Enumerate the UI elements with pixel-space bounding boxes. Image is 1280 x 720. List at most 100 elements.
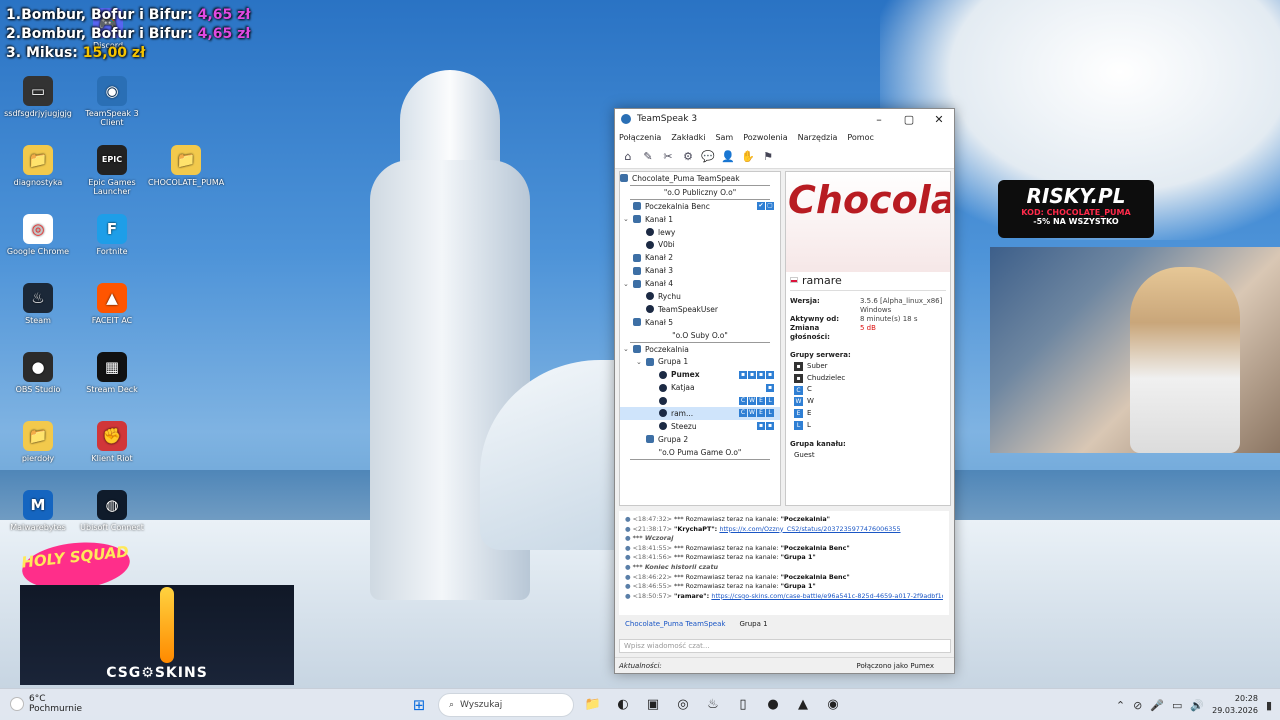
desktop-icon[interactable]: ▭ ssdfsgdrjyjugjgjg xyxy=(0,76,76,118)
chat-link[interactable]: https://csgo-skins.com/case-battle/e96a5… xyxy=(711,592,943,600)
desktop-icon[interactable]: 📁 CHOCOLATE_PUMA xyxy=(148,145,224,187)
subscribe-icon[interactable]: 👤 xyxy=(721,150,735,164)
channel-item[interactable]: ⌄ Poczekalnia xyxy=(620,343,780,356)
channel-item[interactable]: Grupa 2 xyxy=(620,433,780,446)
desktop-icon[interactable]: ✊ Klient Riot xyxy=(74,421,150,463)
desktop-icon[interactable]: ◍ Ubisoft Connect xyxy=(74,490,150,532)
monitor-icon[interactable]: ▭ xyxy=(1172,699,1182,712)
toolbar: ⌂ ✎ ✂ ⚙ 💬 👤 ✋ ⚑ xyxy=(615,145,954,169)
close-button[interactable]: ✕ xyxy=(924,113,954,126)
channel-spacer[interactable]: "o.O Suby O.o" xyxy=(620,329,780,342)
channel-item[interactable]: ⌄ Kanał 1 xyxy=(620,213,780,226)
user-item[interactable]: Pumex ▪ ▪ ▪ ▪ xyxy=(620,368,780,381)
user-item[interactable]: ram... C W E L xyxy=(620,407,780,420)
menu-item[interactable]: Sam xyxy=(715,133,733,142)
group-name: E xyxy=(807,408,812,417)
user-item[interactable]: Steezu ▪ ▪ xyxy=(620,420,780,433)
microphone-icon[interactable]: 🎤 xyxy=(1150,699,1164,712)
app-icon: ◉ xyxy=(97,76,127,106)
user-item[interactable]: lewy xyxy=(620,226,780,239)
desktop-icon[interactable]: F Fortnite xyxy=(74,214,150,256)
menu-item[interactable]: Narzędzia xyxy=(798,133,838,142)
system-tray: ⌃ ⊘ 🎤 ▭ 🔊 20:28 29.03.2026 ▮ xyxy=(1116,693,1272,717)
taskbar-app-icon[interactable]: ▯ xyxy=(732,694,754,716)
channel-item[interactable]: Poczekalnia Benc ✔ ▢ xyxy=(620,200,780,213)
mute-speaker-icon[interactable]: 💬 xyxy=(701,150,715,164)
chevron-up-icon[interactable]: ⌃ xyxy=(1116,699,1125,712)
item-label: ram... xyxy=(671,408,694,418)
chat-log[interactable]: ● <18:47:32> *** Rozmawiasz teraz na kana… xyxy=(619,511,949,615)
taskbar-app-icon[interactable]: ♨ xyxy=(702,694,724,716)
chat-bold: "Poczekalnia Benc" xyxy=(780,543,850,552)
chat-line: ● <18:41:56> *** Rozmawiasz teraz na kana… xyxy=(625,553,943,563)
desktop-icon[interactable]: M Malwarebytes xyxy=(0,490,76,532)
notification-icon[interactable]: ▮ xyxy=(1266,699,1272,712)
desktop-icon[interactable]: ♨ Steam xyxy=(0,283,76,325)
user-item[interactable]: Rychu xyxy=(620,290,780,303)
user-item[interactable]: V0bi xyxy=(620,238,780,251)
volume-icon[interactable]: 🔊 xyxy=(1190,699,1204,712)
chat-line: ● <18:50:57> "ramare": https://csgo-skins… xyxy=(625,592,943,602)
teamspeak-window[interactable]: TeamSpeak 3 – ▢ ✕ Połączenia Zakładki Sam P… xyxy=(614,108,955,674)
user-item[interactable]: TeamSpeakUser xyxy=(620,303,780,316)
start-button[interactable]: ⊞ xyxy=(408,694,430,716)
desktop-icon[interactable]: EPIC Epic Games Launcher xyxy=(74,145,150,196)
desktop-icon[interactable]: ▦ Stream Deck xyxy=(74,352,150,394)
taskbar-app-icon[interactable]: ▣ xyxy=(642,694,664,716)
chat-link[interactable]: https://x.com/Ozzny_CS2/status/203723597… xyxy=(719,525,900,533)
maximize-button[interactable]: ▢ xyxy=(894,113,924,126)
channel-item[interactable]: ⌄ Grupa 1 xyxy=(620,355,780,368)
whisper-icon[interactable]: ⚑ xyxy=(761,150,775,164)
menu-item[interactable]: Pozwolenia xyxy=(743,133,787,142)
info-icon: ● xyxy=(625,543,631,552)
taskbar-app-icon[interactable]: ◎ xyxy=(672,694,694,716)
disconnect-icon[interactable]: ✎ xyxy=(641,150,655,164)
user-icon xyxy=(646,240,654,249)
taskbar-app-icon[interactable]: ◉ xyxy=(822,694,844,716)
weather-widget[interactable]: 6°C Pochmurnie xyxy=(10,694,82,714)
user-item[interactable]: CWEL xyxy=(620,394,780,407)
group-name: L xyxy=(807,420,811,429)
user-icon xyxy=(659,370,667,379)
menu-item[interactable]: Pomoc xyxy=(847,133,874,142)
mute-mic-icon[interactable]: ⚙ xyxy=(681,150,695,164)
channel-tree[interactable]: Chocolate_Puma TeamSpeak "o.O Publiczny … xyxy=(619,171,781,506)
contacts-icon[interactable]: ✋ xyxy=(741,150,755,164)
channel-spacer[interactable]: "o.O Publiczny O.o" xyxy=(620,186,780,199)
item-label: Katjaa xyxy=(671,383,695,393)
desktop-icon-label: Malwarebytes xyxy=(10,523,66,532)
chat-bold: "Grupa 1" xyxy=(780,582,816,591)
desktop-icon[interactable]: ● OBS Studio xyxy=(0,352,76,394)
tab-server-chat[interactable]: Chocolate_Puma TeamSpeak xyxy=(625,620,725,628)
tab-channel-chat[interactable]: Grupa 1 xyxy=(739,620,767,628)
desktop-icon[interactable]: ◉ TeamSpeak 3 Client xyxy=(74,76,150,127)
desktop-icon[interactable]: 📁 diagnostyka xyxy=(0,145,76,187)
taskbar-app-icon[interactable]: ▲ xyxy=(792,694,814,716)
taskbar-app-icon[interactable]: 📁 xyxy=(582,694,604,716)
minimize-button[interactable]: – xyxy=(864,113,894,126)
search-input[interactable]: ⌕ Wyszukaj xyxy=(438,693,574,717)
desktop-icon[interactable]: 📁 pierdoły xyxy=(0,421,76,463)
desktop-icon-label: Stream Deck xyxy=(86,385,138,394)
taskbar-app-icon[interactable]: ● xyxy=(762,694,784,716)
info-icon: ● xyxy=(625,582,631,591)
server-root[interactable]: Chocolate_Puma TeamSpeak xyxy=(620,172,780,185)
taskbar-app-icon[interactable]: ◐ xyxy=(612,694,634,716)
clock[interactable]: 20:28 29.03.2026 xyxy=(1212,693,1258,717)
channel-item[interactable]: Kanał 2 xyxy=(620,251,780,264)
desktop-icon-label: Epic Games Launcher xyxy=(88,178,136,196)
desktop-icon[interactable]: ◎ Google Chrome xyxy=(0,214,76,256)
channel-item[interactable]: Kanał 3 xyxy=(620,264,780,277)
donor-row: 2.Bombur, Bofur i Bifur: 4,65 zł xyxy=(6,26,251,42)
channel-item[interactable]: Kanał 5 xyxy=(620,316,780,329)
desktop-icon[interactable]: ▲ FACEIT AC xyxy=(74,283,150,325)
away-icon[interactable]: ✂ xyxy=(661,150,675,164)
channel-spacer[interactable]: "o.O Puma Game O.o" xyxy=(620,446,780,459)
connect-icon[interactable]: ⌂ xyxy=(621,150,635,164)
chat-input[interactable]: Wpisz wiadomość czat... xyxy=(619,639,951,653)
menu-item[interactable]: Połączenia xyxy=(619,133,661,142)
menu-item[interactable]: Zakładki xyxy=(671,133,705,142)
network-icon[interactable]: ⊘ xyxy=(1133,699,1142,712)
user-item[interactable]: Katjaa ▪ xyxy=(620,381,780,394)
channel-item[interactable]: ⌄ Kanał 4 xyxy=(620,277,780,290)
